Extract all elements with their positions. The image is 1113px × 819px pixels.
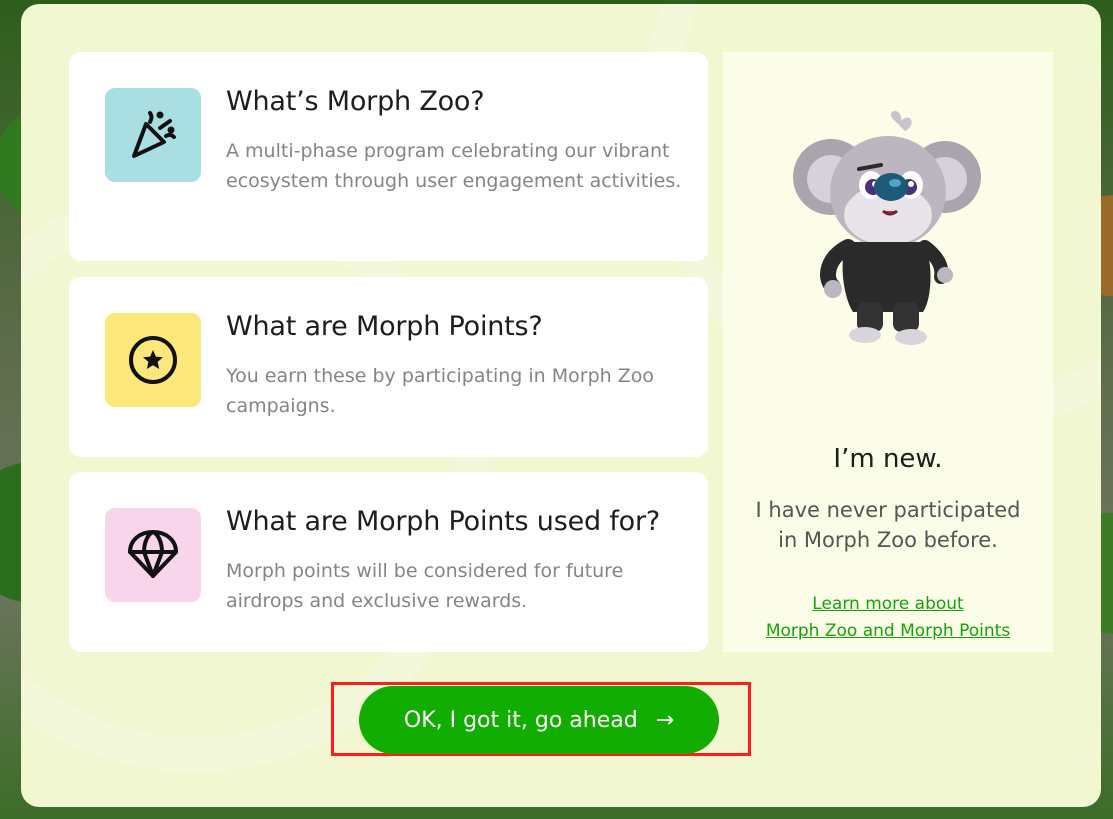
learn-more-link[interactable]: Morph Zoo and Morph Points <box>723 621 1053 641</box>
new-user-panel: I’m new. I have never participated in Mo… <box>723 52 1053 652</box>
panel-headline: I’m new. <box>833 444 943 474</box>
koala-mascot <box>793 107 983 347</box>
info-card-what-is-morph-zoo: What’s Morph Zoo? A multi-phase program … <box>69 52 708 261</box>
arrow-right-icon: → <box>655 707 675 733</box>
card-title: What are Morph Points? <box>226 311 543 342</box>
ok-go-ahead-button[interactable]: OK, I got it, go ahead → <box>359 686 719 754</box>
info-card-morph-points-usage: What are Morph Points used for? Morph po… <box>69 472 708 652</box>
party-popper-icon <box>105 88 201 182</box>
learn-more-link[interactable]: Learn more about <box>723 594 1053 614</box>
card-title: What are Morph Points used for? <box>226 506 660 537</box>
parachute-icon <box>105 508 201 602</box>
star-coin-icon <box>105 313 201 407</box>
button-label: OK, I got it, go ahead <box>403 707 638 733</box>
card-title: What’s Morph Zoo? <box>226 86 485 117</box>
info-card-what-are-morph-points: What are Morph Points? You earn these by… <box>69 277 708 457</box>
card-description: You earn these by participating in Morph… <box>226 365 654 417</box>
panel-subtext: I have never participated in Morph Zoo b… <box>755 498 1021 552</box>
card-description: Morph points will be considered for futu… <box>226 560 624 612</box>
card-description: A multi-phase program celebrating our vi… <box>226 140 682 192</box>
